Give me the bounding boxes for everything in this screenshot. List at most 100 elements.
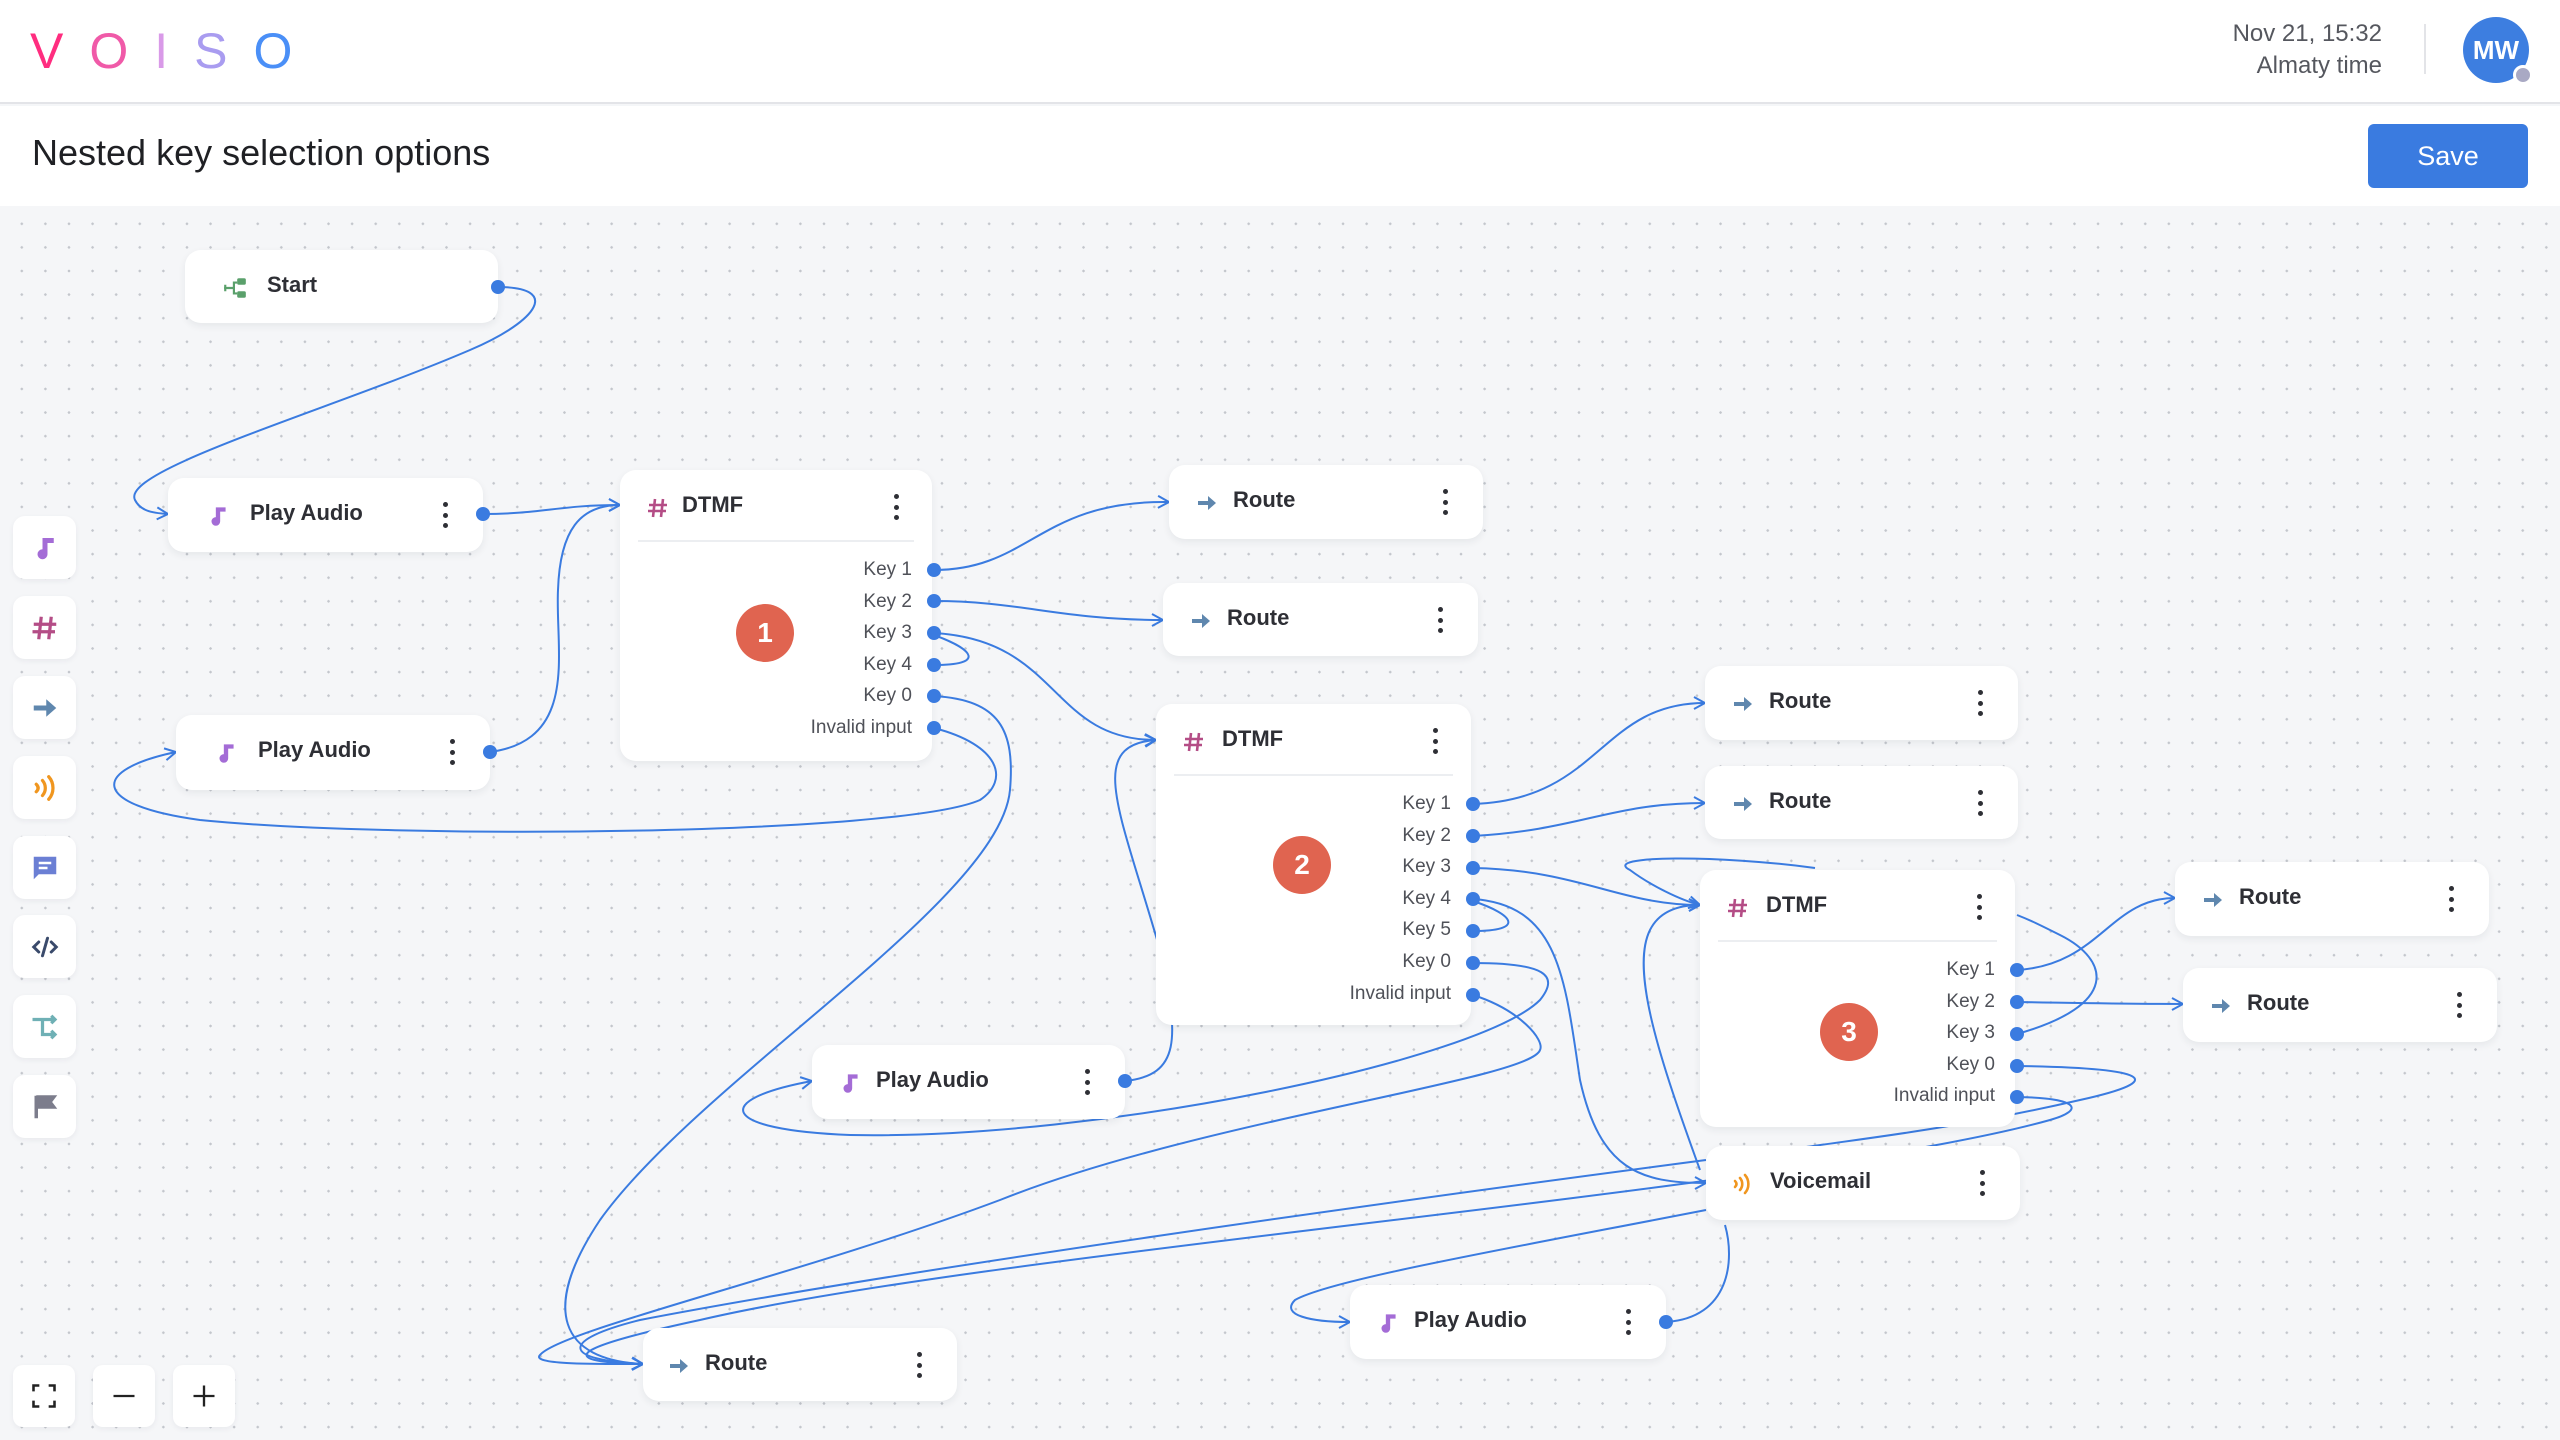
output-port[interactable] [927, 689, 941, 703]
code-tool[interactable] [13, 915, 76, 978]
voicemail-tool[interactable] [13, 756, 76, 819]
output-port[interactable] [1466, 924, 1480, 938]
route-node[interactable]: Route [2175, 862, 2489, 936]
arrow-right-icon [2199, 886, 2227, 914]
route-node[interactable]: Route [1705, 666, 2018, 740]
node-label: Route [1769, 788, 1832, 813]
dtmf-node[interactable]: DTMF 3 Key 1 Key 2 Key 3 Key 0 Invalid i… [1700, 870, 2015, 1127]
more-options-icon[interactable] [1432, 603, 1448, 637]
more-options-icon[interactable] [1974, 1166, 1990, 1200]
node-label: Play Audio [250, 500, 363, 525]
zoom-in-button[interactable] [173, 1365, 235, 1427]
more-options-icon[interactable] [1079, 1065, 1095, 1099]
output-port[interactable] [2010, 1027, 2024, 1041]
output-port[interactable] [927, 658, 941, 672]
output-port[interactable] [2010, 963, 2024, 977]
more-options-icon[interactable] [1971, 890, 1987, 924]
output-port[interactable] [927, 563, 941, 577]
more-options-icon[interactable] [1620, 1305, 1636, 1339]
more-options-icon[interactable] [444, 735, 460, 769]
transfer-tool[interactable] [13, 995, 76, 1058]
output-port[interactable] [2010, 1059, 2024, 1073]
output-label: Key 1 [1946, 959, 1995, 980]
play-audio-node[interactable]: Play Audio [812, 1045, 1125, 1119]
fit-view-button[interactable] [13, 1365, 75, 1427]
output-port[interactable] [1466, 956, 1480, 970]
output-port[interactable] [1466, 988, 1480, 1002]
logo-letter: I [154, 23, 179, 79]
voiso-logo[interactable]: V O I S O [30, 22, 302, 79]
more-options-icon[interactable] [911, 1348, 927, 1382]
code-icon [31, 936, 58, 957]
message-tool[interactable] [13, 836, 76, 899]
voicemail-node[interactable]: Voicemail [1706, 1146, 2020, 1220]
start-output-port[interactable] [491, 280, 505, 294]
route-node[interactable]: Route [2183, 968, 2497, 1042]
output-label: Key 0 [1402, 950, 1451, 972]
more-options-icon[interactable] [1972, 786, 1988, 820]
node-label: Route [705, 1350, 768, 1375]
output-port[interactable] [1466, 861, 1480, 875]
play-audio-node[interactable]: Play Audio [176, 715, 490, 790]
output-label: Key 3 [1402, 856, 1451, 878]
output-label: Key 2 [863, 590, 912, 612]
node-label: Route [2247, 990, 2310, 1015]
page-title: Nested key selection options [32, 132, 491, 173]
logo-letter: V [30, 23, 74, 79]
user-avatar[interactable]: MW [2463, 17, 2533, 85]
plus-icon [193, 1385, 215, 1407]
output-label: Key 2 [1402, 824, 1451, 846]
dtmf-outputs: Key 1 Key 2 Key 3 Key 4 Key 5 Key 0 Inva… [1350, 788, 1451, 1009]
output-port[interactable] [927, 721, 941, 735]
output-label: Invalid input [1349, 982, 1451, 1004]
play-audio-node[interactable]: Play Audio [1350, 1285, 1666, 1359]
output-port[interactable] [927, 626, 941, 640]
fit-view-icon [32, 1384, 56, 1408]
step-badge: 3 [1820, 1003, 1878, 1061]
route-node[interactable]: Route [1705, 766, 2018, 839]
node-label: Route [1233, 487, 1296, 512]
dtmf-tool[interactable] [13, 596, 76, 659]
route-node[interactable]: Route [1163, 583, 1478, 656]
more-options-icon[interactable] [1427, 724, 1443, 758]
save-button[interactable]: Save [2368, 124, 2528, 188]
output-port[interactable] [1466, 829, 1480, 843]
more-options-icon[interactable] [1437, 485, 1453, 519]
output-label: Invalid input [810, 716, 912, 738]
more-options-icon[interactable] [888, 490, 904, 524]
voicemail-waves-icon [1728, 1170, 1756, 1198]
route-node[interactable]: Route [643, 1328, 957, 1401]
zoom-out-button[interactable] [93, 1365, 155, 1427]
arrow-right-icon [1729, 790, 1757, 818]
play-audio-output-port[interactable] [1659, 1315, 1673, 1329]
play-audio-output-port[interactable] [1118, 1074, 1132, 1088]
start-branch-icon [221, 274, 249, 302]
more-options-icon[interactable] [1972, 686, 1988, 720]
more-options-icon[interactable] [2443, 882, 2459, 916]
route-node[interactable]: Route [1169, 465, 1483, 539]
output-label: Key 3 [1946, 1022, 1995, 1044]
route-tool[interactable] [13, 676, 76, 739]
play-audio-node[interactable]: Play Audio [168, 478, 483, 552]
output-port[interactable] [1466, 892, 1480, 906]
play-audio-output-port[interactable] [476, 507, 490, 521]
start-node[interactable]: Start [185, 250, 498, 323]
dtmf-node[interactable]: DTMF 1 Key 1 Key 2 Key 3 Key 4 Key 0 Inv… [620, 470, 932, 761]
play-audio-output-port[interactable] [483, 745, 497, 759]
top-bar: V O I S O Nov 21, 15:32 Almaty time MW [0, 0, 2560, 104]
music-note-icon [37, 537, 54, 559]
output-port[interactable] [1466, 797, 1480, 811]
output-port[interactable] [2010, 1090, 2024, 1104]
node-label: DTMF [1222, 726, 1284, 751]
more-options-icon[interactable] [437, 498, 453, 532]
step-badge: 1 [736, 604, 794, 662]
node-label: DTMF [1766, 892, 1828, 917]
arrow-right-icon [1729, 690, 1757, 718]
output-port[interactable] [2010, 995, 2024, 1009]
end-tool[interactable] [13, 1075, 76, 1138]
output-label: Key 3 [863, 622, 912, 644]
output-port[interactable] [927, 594, 941, 608]
play-audio-tool[interactable] [13, 516, 76, 579]
more-options-icon[interactable] [2451, 988, 2467, 1022]
dtmf-node[interactable]: DTMF 2 Key 1 Key 2 Key 3 Key 4 Key 5 Key… [1156, 704, 1471, 1025]
